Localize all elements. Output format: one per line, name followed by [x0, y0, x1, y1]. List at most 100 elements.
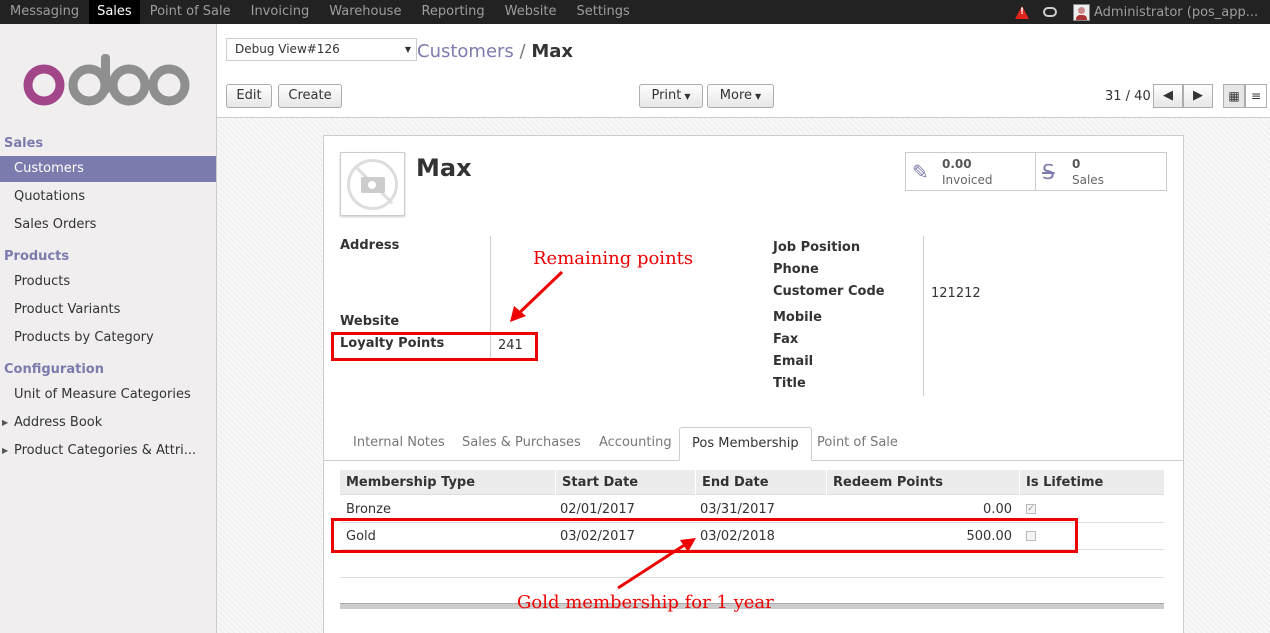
- caret-down-icon: ▼: [755, 92, 762, 101]
- warning-icon[interactable]: [1015, 5, 1029, 19]
- arrow-right-icon: ▶: [1193, 88, 1203, 103]
- pencil-square-icon: ✎: [912, 160, 929, 184]
- top-navbar: Messaging Sales Point of Sale Invoicing …: [0, 0, 1270, 24]
- grid-icon: ▦: [1228, 89, 1240, 103]
- title-label: Title: [773, 376, 806, 391]
- sidebar: Sales Customers Quotations Sales Orders …: [0, 24, 217, 633]
- customer-code-value[interactable]: 121212: [931, 286, 981, 301]
- sidebar-item-address-book[interactable]: ▶ Address Book: [0, 410, 216, 436]
- dropdown-arrow-icon: ▼: [404, 45, 411, 54]
- breadcrumb-customers[interactable]: Customers: [417, 41, 514, 62]
- mobile-label: Mobile: [773, 310, 822, 325]
- column-membership-type[interactable]: Membership Type: [340, 470, 555, 495]
- website-label: Website: [340, 314, 400, 329]
- strikethrough-icon: S: [1042, 160, 1055, 184]
- annotation-box-loyalty: [331, 332, 538, 361]
- create-button[interactable]: Create: [278, 84, 342, 108]
- systray: Administrator (pos_app...: [1015, 0, 1270, 24]
- arrow-left-icon: ◀: [1163, 88, 1173, 103]
- previous-record-button[interactable]: ◀: [1153, 84, 1183, 108]
- email-label: Email: [773, 354, 814, 369]
- sidebar-item-product-variants[interactable]: Product Variants: [0, 297, 216, 323]
- edit-button[interactable]: Edit: [226, 84, 272, 108]
- customer-code-label: Customer Code: [773, 284, 885, 299]
- annotation-arrow-icon: [617, 538, 696, 590]
- membership-table-header: Membership Type Start Date End Date Rede…: [340, 470, 1164, 495]
- lifetime-checkbox-checked[interactable]: ✓: [1026, 504, 1036, 514]
- sidebar-item-products[interactable]: Products: [0, 269, 216, 295]
- print-button[interactable]: Print ▼: [639, 84, 703, 108]
- form-view-background: Max ✎ 0.00 Invoiced S 0 Sales Address We…: [217, 118, 1270, 633]
- debug-view-select[interactable]: Debug View#126 ▼: [226, 38, 417, 61]
- column-end-date[interactable]: End Date: [695, 470, 826, 495]
- print-label: Print: [651, 88, 682, 103]
- menu-point-of-sale[interactable]: Point of Sale: [140, 0, 241, 24]
- column-is-lifetime[interactable]: Is Lifetime: [1019, 470, 1164, 495]
- invoiced-label: Invoiced: [942, 173, 993, 187]
- menu-messaging[interactable]: Messaging: [0, 0, 89, 24]
- phone-label: Phone: [773, 262, 819, 277]
- sidebar-item-sales-orders[interactable]: Sales Orders: [0, 212, 216, 238]
- sales-value: 0: [1072, 157, 1081, 171]
- sidebar-item-quotations[interactable]: Quotations: [0, 184, 216, 210]
- annotation-box-gold: [331, 518, 1078, 553]
- invoiced-smart-button[interactable]: ✎ 0.00 Invoiced: [905, 152, 1036, 191]
- breadcrumb: Customers / Max: [417, 41, 573, 62]
- customer-photo[interactable]: [340, 152, 405, 216]
- job-position-label: Job Position: [773, 240, 861, 255]
- menu-warehouse[interactable]: Warehouse: [319, 0, 411, 24]
- more-label: More: [719, 88, 753, 103]
- user-menu[interactable]: Administrator (pos_app...: [1094, 5, 1270, 20]
- sidebar-section-configuration: Configuration: [4, 362, 104, 377]
- menu-settings[interactable]: Settings: [566, 0, 639, 24]
- sales-label: Sales: [1072, 173, 1104, 187]
- column-start-date[interactable]: Start Date: [555, 470, 695, 495]
- sidebar-item-customers[interactable]: Customers: [0, 156, 216, 182]
- breadcrumb-current: Max: [531, 41, 574, 62]
- debug-view-value: Debug View#126: [235, 42, 340, 56]
- sidebar-item-uom-categories[interactable]: Unit of Measure Categories: [0, 382, 216, 408]
- address-label: Address: [340, 238, 400, 253]
- more-button[interactable]: More ▼: [707, 84, 774, 108]
- sidebar-item-label: Address Book: [14, 415, 103, 430]
- column-redeem-points[interactable]: Redeem Points: [826, 470, 1019, 495]
- notebook-tabs: Internal Notes Sales & Purchases Account…: [324, 427, 1183, 461]
- tab-accounting[interactable]: Accounting: [587, 427, 684, 461]
- menu-invoicing[interactable]: Invoicing: [241, 0, 320, 24]
- list-icon: ≡: [1250, 89, 1262, 103]
- odoo-logo[interactable]: [22, 52, 192, 108]
- pager-value[interactable]: 31 / 40: [1105, 89, 1151, 104]
- sidebar-section-sales: Sales: [4, 136, 44, 151]
- tab-point-of-sale[interactable]: Point of Sale: [805, 427, 910, 461]
- tab-pos-membership[interactable]: Pos Membership: [679, 427, 812, 461]
- sidebar-section-products: Products: [4, 249, 70, 264]
- menu-website[interactable]: Website: [495, 0, 567, 24]
- table-divider: [340, 577, 1164, 578]
- caret-down-icon: ▼: [684, 92, 691, 101]
- user-avatar[interactable]: [1073, 3, 1090, 21]
- camera-icon: [361, 177, 385, 193]
- sidebar-item-label: Product Categories & Attri...: [14, 443, 197, 458]
- menu-sales[interactable]: Sales: [89, 0, 140, 24]
- form-sheet: Max ✎ 0.00 Invoiced S 0 Sales Address We…: [323, 135, 1184, 633]
- kanban-view-button[interactable]: ▦: [1223, 84, 1245, 108]
- list-view-button[interactable]: ≡: [1245, 84, 1267, 108]
- menu-reporting[interactable]: Reporting: [411, 0, 494, 24]
- app-menu: Messaging Sales Point of Sale Invoicing …: [0, 0, 640, 24]
- tab-sales-purchases[interactable]: Sales & Purchases: [450, 427, 593, 461]
- breadcrumb-separator: /: [519, 41, 526, 62]
- sidebar-item-product-categories[interactable]: ▶ Product Categories & Attri...: [0, 438, 216, 464]
- caret-right-icon: ▶: [2, 446, 9, 455]
- chat-icon[interactable]: [1043, 7, 1057, 17]
- annotation-arrow-icon: [510, 270, 564, 322]
- caret-right-icon: ▶: [2, 418, 9, 427]
- invoiced-value: 0.00: [942, 157, 972, 171]
- control-panel: Debug View#126 ▼ Customers / Max Edit Cr…: [217, 24, 1270, 118]
- customer-name[interactable]: Max: [416, 154, 472, 182]
- next-record-button[interactable]: ▶: [1183, 84, 1213, 108]
- tab-internal-notes[interactable]: Internal Notes: [341, 427, 457, 461]
- sidebar-item-products-by-category[interactable]: Products by Category: [0, 325, 216, 351]
- field-divider: [923, 236, 924, 396]
- annotation-gold-membership: Gold membership for 1 year: [517, 592, 774, 613]
- sales-smart-button[interactable]: S 0 Sales: [1035, 152, 1167, 191]
